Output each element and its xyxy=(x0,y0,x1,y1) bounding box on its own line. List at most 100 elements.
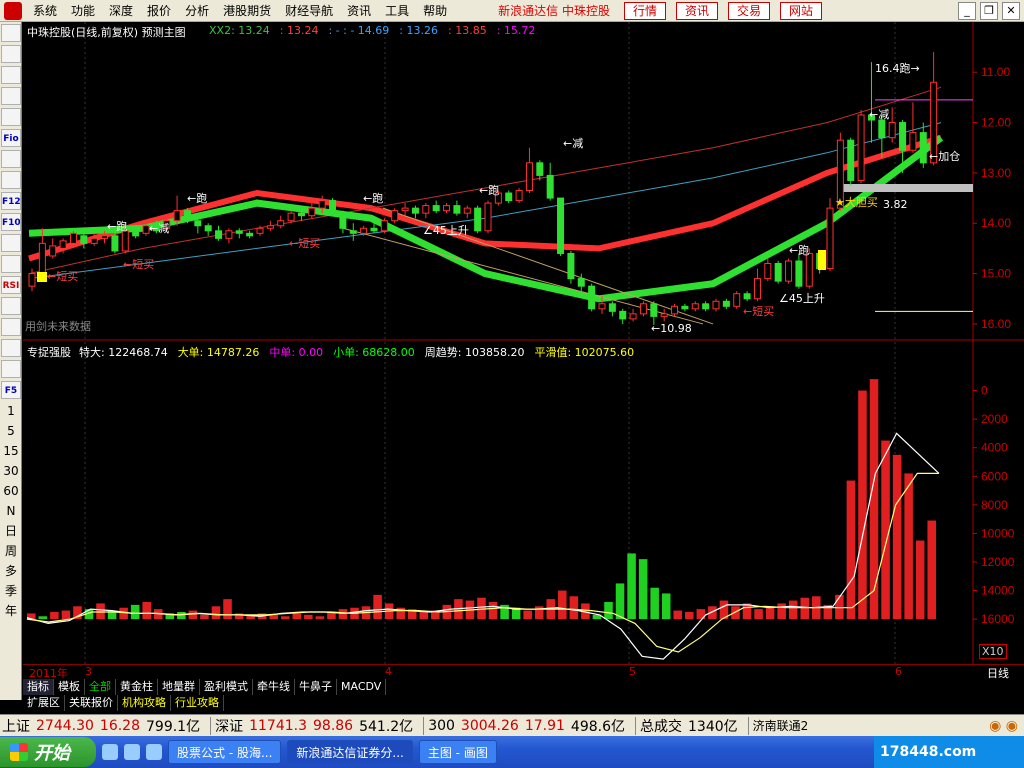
toolbar-button[interactable]: 多 xyxy=(1,562,21,580)
menu-item[interactable]: 帮助 xyxy=(416,0,454,22)
nav-button[interactable]: 网站 xyxy=(780,1,823,20)
indicator-tab[interactable]: 黄金柱 xyxy=(116,679,158,695)
nav-button[interactable]: 交易 xyxy=(728,1,771,20)
indicator-tab[interactable]: 全部 xyxy=(85,679,116,695)
start-button[interactable]: 开始 xyxy=(0,737,96,767)
taskbar-task[interactable]: 主图 - 画图 xyxy=(418,740,497,764)
indicator-tab[interactable]: MACDV xyxy=(337,679,387,695)
red-ribbon-line xyxy=(28,134,942,262)
toolbar-button[interactable]: N xyxy=(1,502,21,520)
candle-body xyxy=(764,263,772,280)
volume-bar xyxy=(338,609,348,620)
candle-body xyxy=(360,227,368,234)
menu-item[interactable]: 财经导航 xyxy=(278,0,340,22)
menu-item[interactable]: 深度 xyxy=(102,0,140,22)
menu-item[interactable]: 工具 xyxy=(378,0,416,22)
toolbar-button[interactable]: 1 xyxy=(1,402,21,420)
indicator-tab[interactable]: 盈利模式 xyxy=(200,679,253,695)
candle-body xyxy=(90,237,98,244)
toolbar-icon[interactable] xyxy=(1,360,21,378)
indicator-tab[interactable]: 牵牛线 xyxy=(253,679,295,695)
quicklaunch-icon[interactable] xyxy=(146,744,162,760)
toolbar-icon[interactable] xyxy=(1,45,21,63)
toolbar-icon[interactable] xyxy=(1,108,21,126)
price-chart-title: 中珠控股(日线,前复权) 预测主图 xyxy=(27,26,186,39)
toolbar-icon[interactable] xyxy=(1,297,21,315)
candle-body xyxy=(69,232,77,244)
menu-item[interactable]: 分析 xyxy=(178,0,216,22)
toolbar-button[interactable]: 年 xyxy=(1,602,21,620)
toolbar-button[interactable]: Fio xyxy=(1,129,21,147)
toolbar-button[interactable]: 日 xyxy=(1,522,21,540)
volume-y-tick-label: 16000 xyxy=(981,612,1015,626)
candle-body xyxy=(173,210,181,222)
toolbar-button[interactable]: F5 xyxy=(1,381,21,399)
menu-item[interactable]: 系统 xyxy=(26,0,64,22)
toolbar-icon[interactable] xyxy=(1,339,21,357)
menu-item[interactable]: 资讯 xyxy=(340,0,378,22)
toolbar-button[interactable]: RSI xyxy=(1,276,21,294)
connection-icon[interactable]: ◉ ◉ xyxy=(989,718,1018,734)
toolbar-button[interactable]: 周 xyxy=(1,542,21,560)
menu-item[interactable]: 功能 xyxy=(64,0,102,22)
minimize-icon[interactable]: _ xyxy=(958,1,976,20)
candle-body xyxy=(443,205,451,212)
toolbar-button[interactable]: F10 xyxy=(1,213,21,231)
candle-body xyxy=(826,207,834,270)
indicator-tab[interactable]: 指标 xyxy=(23,679,54,695)
candle-body xyxy=(660,313,668,317)
toolbar-icon[interactable] xyxy=(1,150,21,168)
nav-button[interactable]: 行情 xyxy=(623,1,666,20)
volume-bar xyxy=(615,583,625,620)
candle-body xyxy=(411,207,419,214)
taskbar-task[interactable]: 新浪通达信证券分... xyxy=(287,740,413,764)
candle-body xyxy=(536,162,544,176)
restore-icon[interactable]: ❐ xyxy=(980,1,998,20)
volume-legend-item: 平滑值: 102075.60 xyxy=(534,346,635,359)
candle-body xyxy=(515,190,523,202)
candle-body xyxy=(391,210,399,222)
nav-button[interactable]: 资讯 xyxy=(676,1,719,20)
volume-bar xyxy=(892,454,902,620)
toolbar-button[interactable]: 60 xyxy=(1,482,21,500)
indicator-tab[interactable]: 模板 xyxy=(54,679,85,695)
toolbar-icon[interactable] xyxy=(1,318,21,336)
toolbar-icon[interactable] xyxy=(1,171,21,189)
extension-tab[interactable]: 扩展区 xyxy=(23,695,65,711)
volume-bar xyxy=(96,603,105,620)
candle-body xyxy=(297,212,305,217)
extension-tab[interactable]: 机构攻略 xyxy=(118,695,171,711)
indicator-tab[interactable]: 牛鼻子 xyxy=(295,679,337,695)
extension-tab[interactable]: 关联报价 xyxy=(65,695,118,711)
toolbar-icon[interactable] xyxy=(1,66,21,84)
divider xyxy=(423,716,425,735)
toolbar-icon[interactable] xyxy=(1,234,21,252)
candle-body xyxy=(577,278,585,287)
close-icon[interactable]: ✕ xyxy=(1002,1,1020,20)
extension-tab[interactable]: 行业攻略 xyxy=(171,695,224,711)
volume-bar xyxy=(142,602,151,620)
toolbar-icon[interactable] xyxy=(1,87,21,105)
toolbar-button[interactable]: 30 xyxy=(1,462,21,480)
price-legend-item: : - : - 14.69 xyxy=(328,24,390,37)
chart-area[interactable]: 16.00 15.00 14.00 13.00 12.00 11.00 ←跑 ←跑 ←跑 ←跑 ←跑… xyxy=(23,22,1024,664)
menu-item[interactable]: 港股期货 xyxy=(216,0,278,22)
candle-body xyxy=(888,122,896,139)
toolbar-icon[interactable] xyxy=(1,255,21,273)
candle-body xyxy=(339,212,347,229)
quicklaunch-icon[interactable] xyxy=(102,744,118,760)
toolbar-button[interactable]: 15 xyxy=(1,442,21,460)
toolbar-button[interactable]: 季 xyxy=(1,582,21,600)
candle-body xyxy=(453,205,461,214)
toolbar-button[interactable]: F12 xyxy=(1,192,21,210)
app-icon xyxy=(4,1,22,20)
toolbar-button[interactable]: 5 xyxy=(1,422,21,440)
menu-item[interactable]: 报价 xyxy=(140,0,178,22)
quicklaunch-icon[interactable] xyxy=(124,744,140,760)
volume-bar xyxy=(130,604,140,620)
taskbar-task[interactable]: 股票公式 - 股海... xyxy=(168,740,282,764)
candle-body xyxy=(318,200,326,209)
candle-body xyxy=(598,303,606,310)
toolbar-icon[interactable] xyxy=(1,24,21,42)
indicator-tab[interactable]: 地量群 xyxy=(158,679,200,695)
